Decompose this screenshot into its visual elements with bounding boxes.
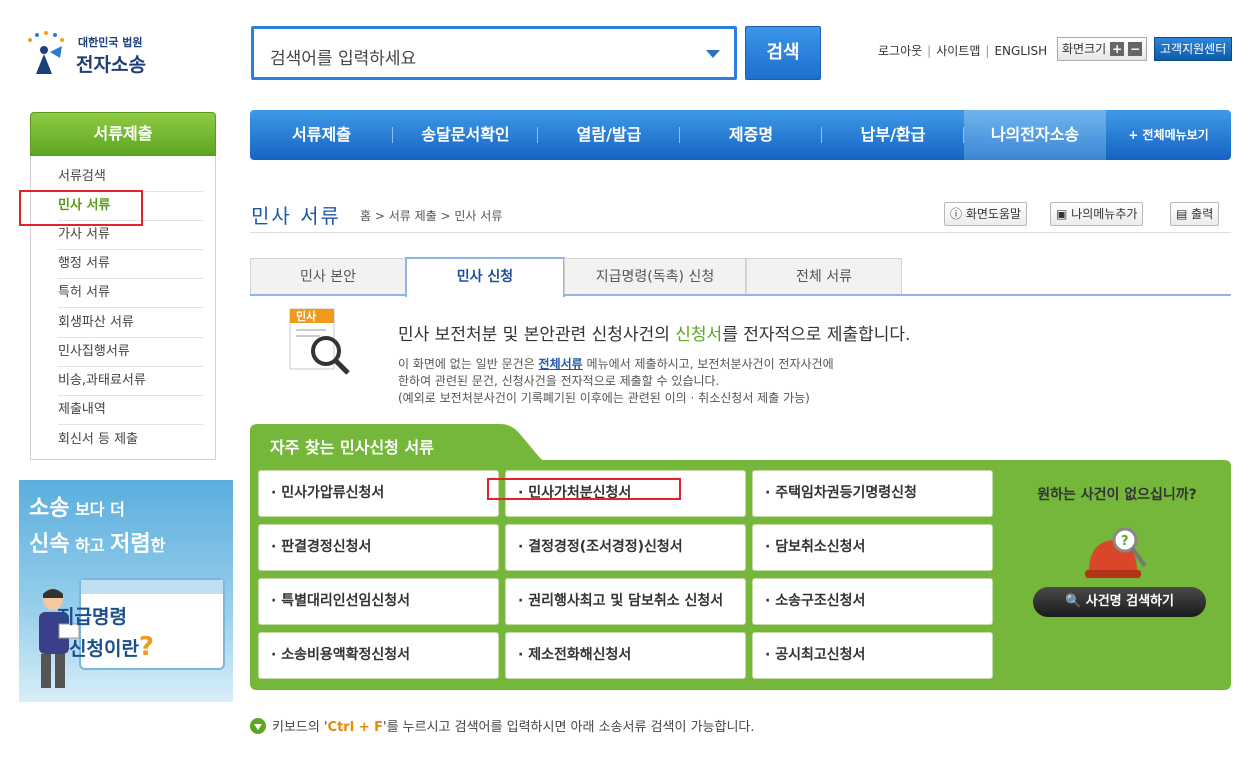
logout-link[interactable]: 로그아웃 [878,44,922,58]
favorite-item[interactable]: · 판결경정신청서 [258,524,499,571]
no-case-panel: 원하는 사건이 없으십니까? ? 🔍 사건명 검색하기 [1003,460,1231,690]
court-logo[interactable]: 대한민국 법원 전자소송 [24,30,164,80]
svg-text:?: ? [1121,534,1129,549]
document-magnifier-icon: 민사 [289,308,350,375]
dropdown-arrow-icon[interactable] [706,50,720,58]
font-size-label: 화면크기 [1062,42,1107,56]
banner-line1: 소송 보다 더 [29,496,125,521]
nav-view-issue[interactable]: 열람/발급 [538,110,680,160]
customer-center-button[interactable]: 고객지원센터 [1154,37,1233,61]
sidebar-item-patent[interactable]: 특허 서류 [58,278,204,308]
alarm-magnifier-icon: ? [1085,527,1147,578]
separator: | [927,44,932,58]
favorite-item[interactable]: · 민사가압류신청서 [258,470,499,517]
court-logo-icon [28,31,64,74]
highlight-box [19,190,143,226]
sidebar-item-reply[interactable]: 회신서 등 제출 [58,425,204,454]
favorite-item[interactable]: · 제소전화해신청서 [505,632,746,679]
sidebar-item-noncontentious[interactable]: 비송,과태료서류 [58,366,204,396]
tab-payment-order[interactable]: 지급명령(독촉) 신청 [564,258,746,294]
favorite-item[interactable]: · 주택임차권등기명령신청 [752,470,993,517]
tab-bar: 민사 본안 민사 신청 지급명령(독촉) 신청 전체 서류 [250,257,1231,297]
logo-bottom-text: 전자소송 [76,54,146,76]
intro-description: 이 화면에 없는 일반 문건은 전체서류 메뉴에서 제출하시고, 보전처분사건이… [398,357,834,405]
tab-civil-main[interactable]: 민사 본안 [250,258,406,294]
banner-cal-text2: 신청이란? [69,632,155,662]
nav-document-submit[interactable]: 서류제출 [250,110,393,160]
favorite-item[interactable]: · 권리행사최고 및 담보취소 신청서 [505,578,746,625]
utility-links: 로그아웃 | 사이트맵 | ENGLISH [878,42,1047,59]
font-minus-button[interactable]: − [1128,42,1143,56]
sitemap-link[interactable]: 사이트맵 [936,44,980,58]
sidebar-item-bankruptcy[interactable]: 회생파산 서류 [58,308,204,338]
nav-delivery-check[interactable]: 송달문서확인 [393,110,538,160]
english-link[interactable]: ENGLISH [994,44,1047,58]
logo-top-text: 대한민국 법원 [78,36,143,49]
breadcrumb: 홈 > 서류 제출 > 민사 서류 [360,209,503,223]
tab-all-documents[interactable]: 전체 서류 [746,258,902,294]
doc-icon-label: 민사 [296,309,317,323]
sidebar-item-administrative[interactable]: 행정 서류 [58,249,204,279]
sidebar-item-history[interactable]: 제출내역 [58,395,204,425]
search-button[interactable]: 검색 [745,26,821,80]
add-my-menu-button[interactable]: ▣ 나의메뉴추가 [1050,202,1144,226]
page-title: 민사 서류 [251,204,341,228]
title-divider [250,232,1231,233]
sidebar-title[interactable]: 서류제출 [30,112,216,156]
no-case-question: 원하는 사건이 없으십니까? [1037,487,1197,503]
intro-title: 민사 보전처분 및 본안관련 신청사건의 신청서를 전자적으로 제출합니다. [398,325,911,345]
favorites-title: 자주 찾는 민사신청 서류 [270,438,434,457]
help-button[interactable]: ⓘ 화면도움말 [944,202,1028,226]
case-search-button[interactable]: 🔍 사건명 검색하기 [1033,587,1206,617]
font-size-control: 화면크기 + − [1057,37,1148,61]
nav-certificate[interactable]: 제증명 [680,110,822,160]
tab-civil-application[interactable]: 민사 신청 [405,257,565,297]
search-placeholder: 검색어를 입력하세요 [270,49,417,69]
payment-order-banner[interactable]: 소송 보다 더 신속 하고 저렴한 지급명령 신청이란? [19,480,233,702]
banner-line2: 신속 하고 저렴한 [29,532,166,557]
sidebar-item-execution[interactable]: 민사집행서류 [58,337,204,367]
down-arrow-icon [250,717,266,734]
favorite-item[interactable]: · 담보취소신청서 [752,524,993,571]
favorite-item[interactable]: · 특별대리인선임신청서 [258,578,499,625]
font-plus-button[interactable]: + [1110,42,1125,56]
all-documents-link[interactable]: 전체서류 [539,357,583,371]
print-button[interactable]: ▤ 출력 [1170,202,1220,226]
sidebar-item-search[interactable]: 서류검색 [58,162,204,192]
nav-all-menu[interactable]: + 전체메뉴보기 [1106,110,1231,160]
main-navigation: 서류제출 송달문서확인 열람/발급 제증명 납부/환급 나의전자소송 + 전체메… [250,110,1231,160]
favorite-item[interactable]: · 공시최고신청서 [752,632,993,679]
favorite-item[interactable]: · 소송비용액확정신청서 [258,632,499,679]
highlight-box [487,478,681,500]
keyboard-tip: 키보드의 'Ctrl + F'를 누르시고 검색어를 입력하시면 아래 소송서류… [250,716,755,735]
favorite-item[interactable]: · 결정경정(조서경정)신청서 [505,524,746,571]
nav-payment-refund[interactable]: 납부/환급 [822,110,964,160]
separator: | [985,44,990,58]
banner-cal-text1: 지급명령 [57,606,127,628]
favorite-item[interactable]: · 소송구조신청서 [752,578,993,625]
nav-my-lawsuit[interactable]: 나의전자소송 [964,110,1106,160]
search-input[interactable]: 검색어를 입력하세요 [251,26,737,80]
